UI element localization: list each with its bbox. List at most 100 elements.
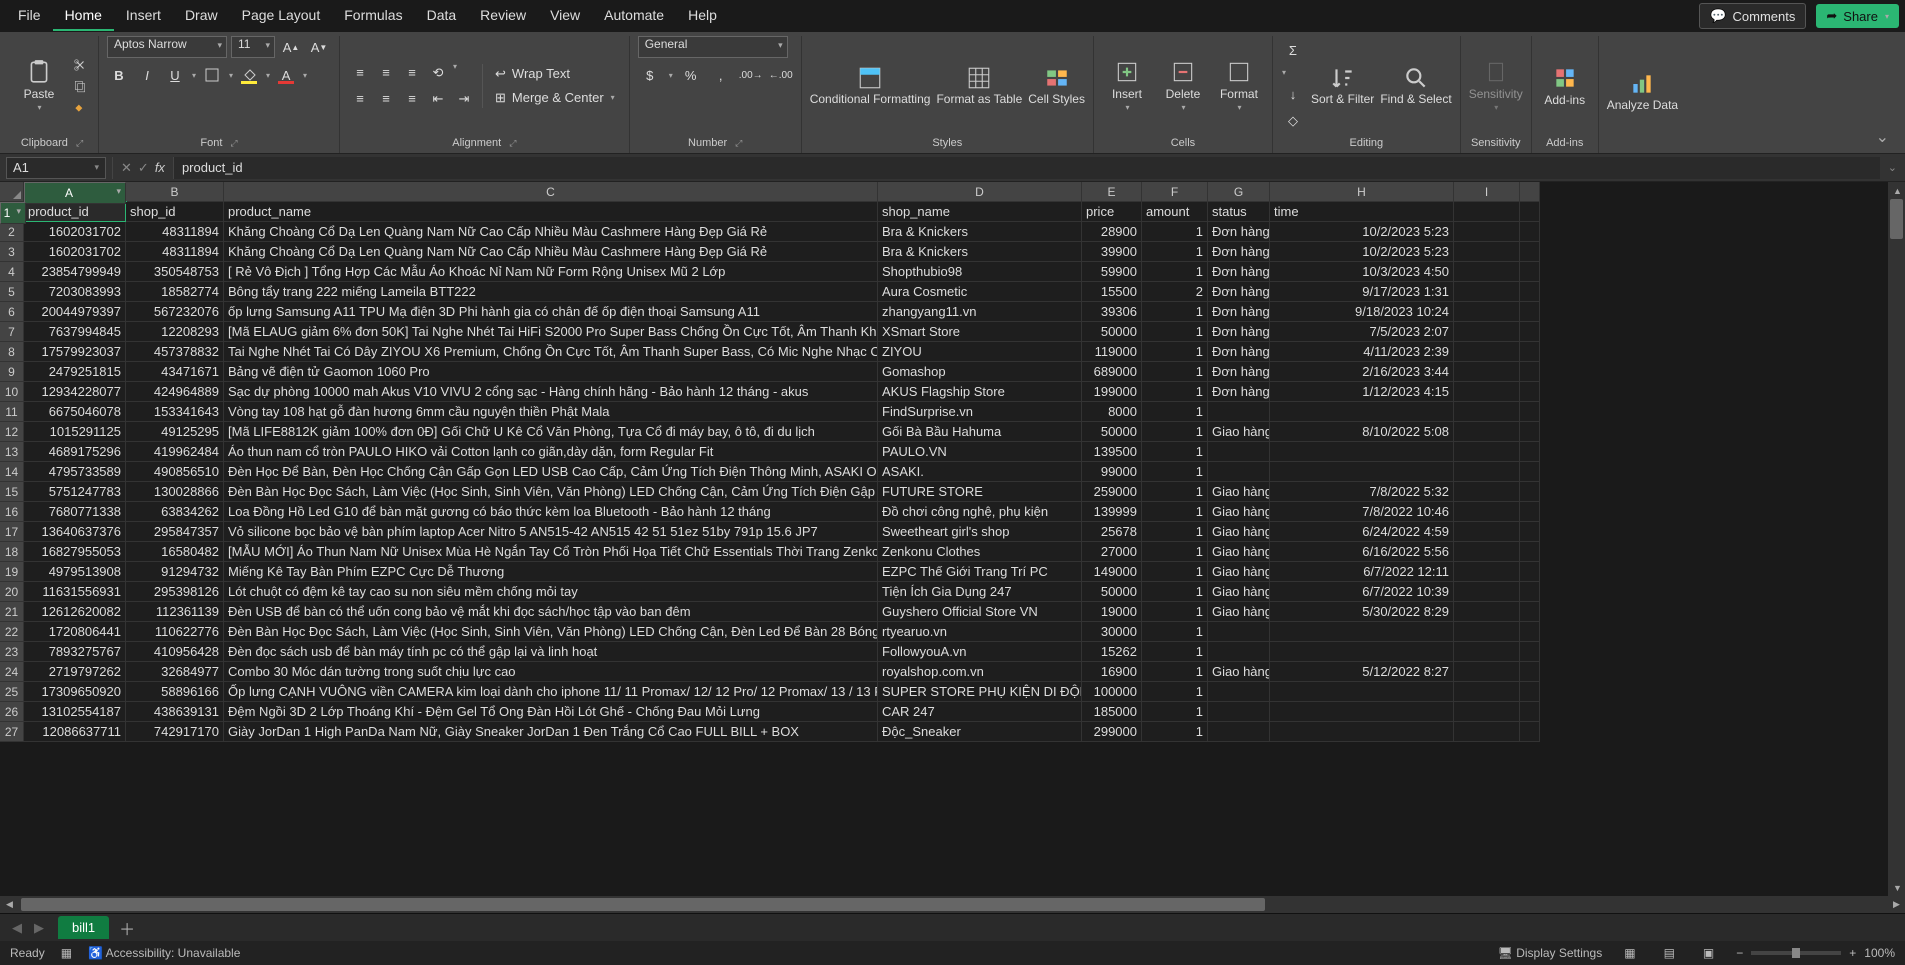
cell[interactable]: rtyearuo.vn bbox=[878, 622, 1082, 642]
cell[interactable]: Gomashop bbox=[878, 362, 1082, 382]
scroll-left-button[interactable]: ◀ bbox=[1, 896, 18, 913]
increase-decimal-button[interactable]: .00→ bbox=[739, 64, 763, 86]
bold-button[interactable]: B bbox=[107, 64, 131, 86]
cell[interactable]: 10/2/2023 5:23 bbox=[1270, 242, 1454, 262]
scroll-up-button[interactable]: ▲ bbox=[1889, 182, 1905, 199]
cut-button[interactable] bbox=[70, 56, 90, 74]
view-page-layout-button[interactable]: ▤ bbox=[1658, 946, 1681, 960]
cell[interactable]: 295847357 bbox=[126, 522, 224, 542]
font-color-button[interactable]: A bbox=[274, 64, 298, 86]
analyze-data-button[interactable]: Analyze Data bbox=[1607, 71, 1678, 112]
menu-automate[interactable]: Automate bbox=[592, 1, 676, 31]
cell[interactable]: 419962484 bbox=[126, 442, 224, 462]
column-header[interactable]: F bbox=[1142, 182, 1208, 202]
column-header[interactable]: A bbox=[24, 182, 126, 204]
row-header[interactable]: 12 bbox=[0, 422, 24, 442]
cell[interactable]: Đèn Học Để Bàn, Đèn Học Chống Cận Gấp Gọ… bbox=[224, 462, 878, 482]
cell[interactable] bbox=[1208, 462, 1270, 482]
row-header[interactable]: 23 bbox=[0, 642, 24, 662]
cell[interactable] bbox=[1454, 702, 1520, 722]
cell[interactable]: 20044979397 bbox=[24, 302, 126, 322]
cell[interactable] bbox=[1454, 622, 1520, 642]
share-button[interactable]: ➦Share▾ bbox=[1816, 4, 1899, 28]
cell[interactable]: 1 bbox=[1142, 522, 1208, 542]
cell[interactable] bbox=[1270, 682, 1454, 702]
add-sheet-button[interactable]: ＋ bbox=[119, 916, 135, 940]
cell[interactable]: Ốp lưng CẠNH VUÔNG viền CAMERA kim loại … bbox=[224, 682, 878, 702]
row-header[interactable]: 20 bbox=[0, 582, 24, 602]
cell[interactable] bbox=[1208, 402, 1270, 422]
cell[interactable] bbox=[1454, 482, 1520, 502]
cell[interactable] bbox=[1454, 322, 1520, 342]
view-page-break-button[interactable]: ▣ bbox=[1697, 946, 1720, 960]
cell[interactable]: Bra & Knickers bbox=[878, 222, 1082, 242]
copy-button[interactable] bbox=[70, 77, 90, 95]
cell[interactable] bbox=[1270, 722, 1454, 742]
cell[interactable]: 11631556931 bbox=[24, 582, 126, 602]
cell[interactable] bbox=[1270, 622, 1454, 642]
cell[interactable] bbox=[1454, 582, 1520, 602]
fill-color-button[interactable] bbox=[237, 64, 261, 86]
cell[interactable]: 567232076 bbox=[126, 302, 224, 322]
cell[interactable]: FindSurprise.vn bbox=[878, 402, 1082, 422]
row-header[interactable]: 4 bbox=[0, 262, 24, 282]
row-header[interactable]: 11 bbox=[0, 402, 24, 422]
cell[interactable]: FollowyouA.vn bbox=[878, 642, 1082, 662]
zoom-slider[interactable] bbox=[1751, 951, 1841, 955]
find-select-button[interactable]: Find & Select bbox=[1380, 65, 1451, 106]
cell[interactable]: Đèn Bàn Học Đọc Sách, Làm Việc (Học Sinh… bbox=[224, 482, 878, 502]
scroll-right-button[interactable]: ▶ bbox=[1888, 896, 1905, 913]
fx-button[interactable]: fx bbox=[155, 160, 165, 175]
cell[interactable]: 6/7/2022 10:39 bbox=[1270, 582, 1454, 602]
comments-button[interactable]: 💬Comments bbox=[1699, 3, 1806, 29]
sensitivity-button[interactable]: Sensitivity▾ bbox=[1469, 59, 1523, 112]
cell[interactable]: Bảng vẽ điện tử Gaomon 1060 Pro bbox=[224, 362, 878, 382]
cell[interactable]: 27000 bbox=[1082, 542, 1142, 562]
cell[interactable]: 48311894 bbox=[126, 222, 224, 242]
cell[interactable]: Loa Đồng Hồ Led G10 để bàn mặt gương có … bbox=[224, 502, 878, 522]
menu-file[interactable]: File bbox=[6, 1, 53, 31]
cell[interactable]: 19000 bbox=[1082, 602, 1142, 622]
number-dialog-icon[interactable]: ⤢ bbox=[735, 138, 742, 149]
column-header[interactable]: C bbox=[224, 182, 878, 202]
cells-area[interactable]: ABCDEFGHI1product_idshop_idproduct_names… bbox=[0, 182, 1888, 896]
row-header[interactable]: 19 bbox=[0, 562, 24, 582]
cell[interactable] bbox=[1208, 642, 1270, 662]
cell[interactable]: 8/10/2022 5:08 bbox=[1270, 422, 1454, 442]
cell[interactable]: [ Rẻ Vô Địch ] Tổng Hợp Các Mẫu Áo Khoác… bbox=[224, 262, 878, 282]
cell[interactable]: 59900 bbox=[1082, 262, 1142, 282]
cell[interactable]: Độc_Sneaker bbox=[878, 722, 1082, 742]
cell[interactable]: 259000 bbox=[1082, 482, 1142, 502]
addins-button[interactable]: Add-ins bbox=[1540, 65, 1590, 107]
vertical-scrollbar[interactable]: ▲ ▼ bbox=[1888, 182, 1905, 896]
cell[interactable]: 5/30/2022 8:29 bbox=[1270, 602, 1454, 622]
row-header[interactable]: 27 bbox=[0, 722, 24, 742]
cell[interactable]: 742917170 bbox=[126, 722, 224, 742]
alignment-dialog-icon[interactable]: ⤢ bbox=[509, 138, 516, 149]
cell[interactable]: 43471671 bbox=[126, 362, 224, 382]
row-header[interactable]: 25 bbox=[0, 682, 24, 702]
cell[interactable] bbox=[1270, 642, 1454, 662]
column-header[interactable]: D bbox=[878, 182, 1082, 202]
cell[interactable]: PAULO.VN bbox=[878, 442, 1082, 462]
cell[interactable]: Bông tẩy trang 222 miếng Lameila BTT222 bbox=[224, 282, 878, 302]
status-macro-icon[interactable]: ▦ bbox=[61, 946, 72, 960]
cell[interactable]: shop_name bbox=[878, 202, 1082, 222]
cell[interactable]: Bra & Knickers bbox=[878, 242, 1082, 262]
cell[interactable]: 12934228077 bbox=[24, 382, 126, 402]
cell[interactable]: Đơn hàng bbox=[1208, 222, 1270, 242]
cell[interactable]: Đèn đọc sách usb để bàn máy tính pc có t… bbox=[224, 642, 878, 662]
enter-formula-button[interactable]: ✓ bbox=[138, 160, 149, 176]
row-header[interactable]: 17 bbox=[0, 522, 24, 542]
cell[interactable]: 149000 bbox=[1082, 562, 1142, 582]
cell[interactable] bbox=[1454, 382, 1520, 402]
cell[interactable]: 1 bbox=[1142, 402, 1208, 422]
row-header[interactable]: 9 bbox=[0, 362, 24, 382]
cell[interactable]: Đơn hàng bbox=[1208, 262, 1270, 282]
cell[interactable] bbox=[1270, 442, 1454, 462]
cell[interactable]: 119000 bbox=[1082, 342, 1142, 362]
cell[interactable]: 4689175296 bbox=[24, 442, 126, 462]
cell[interactable]: Khăng Choàng Cổ Dạ Len Quàng Nam Nữ Cao … bbox=[224, 222, 878, 242]
cell[interactable] bbox=[1454, 462, 1520, 482]
cell[interactable]: 4979513908 bbox=[24, 562, 126, 582]
